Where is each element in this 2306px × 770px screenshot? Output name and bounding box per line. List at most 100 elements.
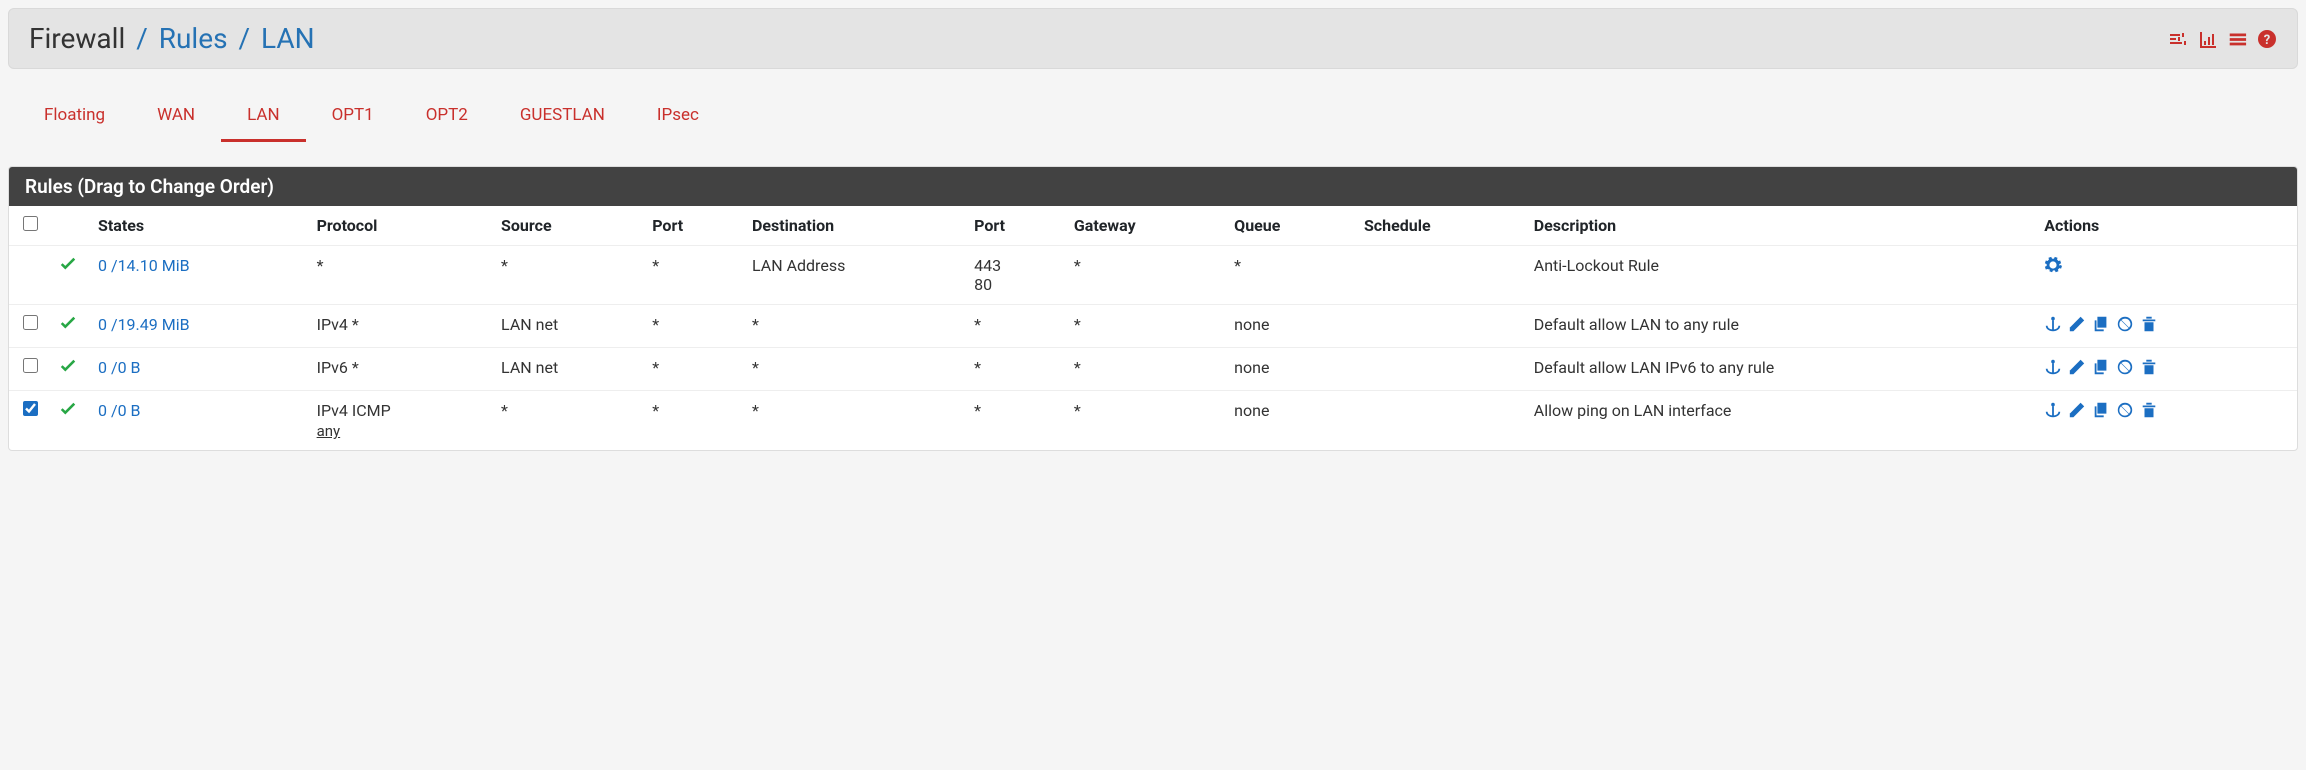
table-row[interactable]: 0 /0 BIPv4 ICMPany*****noneAllow ping on… bbox=[9, 391, 2297, 451]
copy-icon[interactable] bbox=[2092, 401, 2110, 419]
description-cell: Default allow LAN IPv6 to any rule bbox=[1524, 348, 2035, 391]
sliders-icon[interactable] bbox=[2167, 29, 2187, 49]
edit-icon[interactable] bbox=[2068, 358, 2086, 376]
description-cell: Default allow LAN to any rule bbox=[1524, 305, 2035, 348]
pass-icon bbox=[59, 315, 77, 333]
column-header: Queue bbox=[1224, 206, 1354, 246]
copy-icon[interactable] bbox=[2092, 315, 2110, 333]
anchor-icon[interactable] bbox=[2044, 315, 2062, 333]
header-actions bbox=[2167, 29, 2277, 49]
rules-table: StatesProtocolSourcePortDestinationPortG… bbox=[9, 206, 2297, 450]
edit-icon[interactable] bbox=[2068, 315, 2086, 333]
row-select-checkbox[interactable] bbox=[23, 315, 38, 330]
disable-icon[interactable] bbox=[2116, 315, 2134, 333]
protocol-cell: IPv4 ICMPany bbox=[307, 391, 491, 451]
states-link[interactable]: 0 /19.49 MiB bbox=[98, 315, 190, 334]
gateway-cell: * bbox=[1064, 246, 1224, 305]
column-header: Schedule bbox=[1354, 206, 1524, 246]
destination-cell: LAN Address bbox=[742, 246, 964, 305]
copy-icon[interactable] bbox=[2092, 358, 2110, 376]
settings-icon[interactable] bbox=[2044, 256, 2062, 274]
gateway-cell: * bbox=[1064, 348, 1224, 391]
sport-cell: * bbox=[642, 305, 742, 348]
breadcrumb-rules[interactable]: Rules bbox=[159, 22, 228, 55]
table-row[interactable]: 0 /0 BIPv6 *LAN net****noneDefault allow… bbox=[9, 348, 2297, 391]
description-cell: Anti-Lockout Rule bbox=[1524, 246, 2035, 305]
sport-cell: * bbox=[642, 246, 742, 305]
queue-cell: * bbox=[1224, 246, 1354, 305]
states-link[interactable]: 0 /0 B bbox=[98, 358, 141, 377]
tab-opt2[interactable]: OPT2 bbox=[400, 95, 494, 142]
dport-cell: * bbox=[964, 348, 1064, 391]
tab-guestlan[interactable]: GUESTLAN bbox=[494, 95, 631, 142]
breadcrumb-root: Firewall bbox=[29, 22, 125, 55]
destination-cell: * bbox=[742, 348, 964, 391]
page-header: Firewall / Rules / LAN bbox=[8, 8, 2298, 69]
delete-icon[interactable] bbox=[2140, 358, 2158, 376]
states-link[interactable]: 0 /14.10 MiB bbox=[98, 256, 190, 275]
table-row[interactable]: 0 /14.10 MiB***LAN Address44380**Anti-Lo… bbox=[9, 246, 2297, 305]
select-all-checkbox[interactable] bbox=[23, 216, 38, 231]
breadcrumb-lan[interactable]: LAN bbox=[261, 22, 315, 55]
edit-icon[interactable] bbox=[2068, 401, 2086, 419]
column-header bbox=[9, 206, 48, 246]
tab-floating[interactable]: Floating bbox=[18, 95, 131, 142]
column-header: Gateway bbox=[1064, 206, 1224, 246]
destination-cell: * bbox=[742, 391, 964, 451]
destination-cell: * bbox=[742, 305, 964, 348]
row-select-checkbox[interactable] bbox=[23, 358, 38, 373]
schedule-cell bbox=[1354, 246, 1524, 305]
list-icon[interactable] bbox=[2227, 29, 2247, 49]
column-header bbox=[48, 206, 88, 246]
gateway-cell: * bbox=[1064, 391, 1224, 451]
protocol-cell: IPv6 * bbox=[307, 348, 491, 391]
tab-opt1[interactable]: OPT1 bbox=[306, 95, 400, 142]
queue-cell: none bbox=[1224, 391, 1354, 451]
schedule-cell bbox=[1354, 391, 1524, 451]
source-cell: LAN net bbox=[491, 348, 642, 391]
schedule-cell bbox=[1354, 305, 1524, 348]
help-icon[interactable] bbox=[2257, 29, 2277, 49]
row-select-checkbox[interactable] bbox=[23, 401, 38, 416]
column-header: Destination bbox=[742, 206, 964, 246]
anchor-icon[interactable] bbox=[2044, 401, 2062, 419]
pass-icon bbox=[59, 401, 77, 419]
column-header: Protocol bbox=[307, 206, 491, 246]
column-header: Description bbox=[1524, 206, 2035, 246]
column-header: Actions bbox=[2034, 206, 2297, 246]
states-link[interactable]: 0 /0 B bbox=[98, 401, 141, 420]
column-header: States bbox=[88, 206, 307, 246]
rules-panel: Rules (Drag to Change Order) StatesProto… bbox=[8, 166, 2298, 451]
sport-cell: * bbox=[642, 391, 742, 451]
chart-icon[interactable] bbox=[2197, 29, 2217, 49]
tab-wan[interactable]: WAN bbox=[131, 95, 221, 142]
pass-icon bbox=[59, 358, 77, 376]
column-header: Source bbox=[491, 206, 642, 246]
dport-cell: 44380 bbox=[964, 246, 1064, 305]
anchor-icon[interactable] bbox=[2044, 358, 2062, 376]
protocol-cell: * bbox=[307, 246, 491, 305]
queue-cell: none bbox=[1224, 305, 1354, 348]
panel-title: Rules (Drag to Change Order) bbox=[9, 167, 2297, 206]
disable-icon[interactable] bbox=[2116, 358, 2134, 376]
tab-ipsec[interactable]: IPsec bbox=[631, 95, 725, 142]
delete-icon[interactable] bbox=[2140, 315, 2158, 333]
protocol-cell: IPv4 * bbox=[307, 305, 491, 348]
tab-lan[interactable]: LAN bbox=[221, 95, 306, 142]
pass-icon bbox=[59, 256, 77, 274]
queue-cell: none bbox=[1224, 348, 1354, 391]
column-header: Port bbox=[642, 206, 742, 246]
disable-icon[interactable] bbox=[2116, 401, 2134, 419]
dport-cell: * bbox=[964, 305, 1064, 348]
column-header: Port bbox=[964, 206, 1064, 246]
table-row[interactable]: 0 /19.49 MiBIPv4 *LAN net****noneDefault… bbox=[9, 305, 2297, 348]
gateway-cell: * bbox=[1064, 305, 1224, 348]
source-cell: * bbox=[491, 391, 642, 451]
sport-cell: * bbox=[642, 348, 742, 391]
breadcrumb: Firewall / Rules / LAN bbox=[29, 22, 315, 55]
interface-tabs: FloatingWANLANOPT1OPT2GUESTLANIPsec bbox=[8, 95, 2298, 142]
dport-cell: * bbox=[964, 391, 1064, 451]
schedule-cell bbox=[1354, 348, 1524, 391]
source-cell: * bbox=[491, 246, 642, 305]
delete-icon[interactable] bbox=[2140, 401, 2158, 419]
